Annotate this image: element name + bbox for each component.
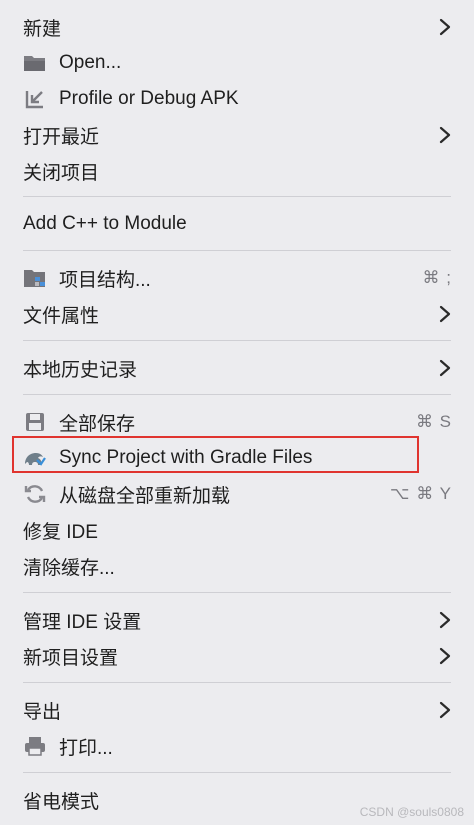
menu-item-label: 文件属性 xyxy=(23,305,100,327)
menu-item-label: 管理 IDE 设置 xyxy=(23,611,142,633)
chevron-right-icon xyxy=(439,305,451,323)
menu-item-close-project[interactable]: 关闭项目 xyxy=(0,154,474,188)
chevron-right-icon xyxy=(439,701,451,719)
menu-item-save-all[interactable]: 全部保存 ⌘ S xyxy=(0,405,474,439)
menu-item-label: 清除缓存... xyxy=(23,557,115,579)
menu-separator xyxy=(23,772,451,773)
shortcut-label: ⌘ S xyxy=(415,412,452,431)
menu-separator xyxy=(23,196,451,197)
menu-separator xyxy=(23,592,451,593)
file-menu: 新建 Open... Profile or Debug APK 打开最近 关闭项… xyxy=(0,0,474,825)
menu-item-manage-ide-settings[interactable]: 管理 IDE 设置 xyxy=(0,603,474,637)
shortcut-label: ⌘ ; xyxy=(422,268,452,287)
shortcut-label: ⌥ ⌘ Y xyxy=(389,484,452,503)
menu-item-label: 从磁盘全部重新加载 xyxy=(59,485,231,507)
save-icon xyxy=(22,409,48,435)
menu-item-new-project-settings[interactable]: 新项目设置 xyxy=(0,639,474,673)
menu-separator xyxy=(23,250,451,251)
menu-item-label: 打开最近 xyxy=(23,126,100,148)
menu-item-label: Profile or Debug APK xyxy=(59,88,239,109)
menu-item-label: 全部保存 xyxy=(59,413,136,435)
menu-separator xyxy=(23,394,451,395)
menu-item-label: Open... xyxy=(59,52,122,73)
menu-item-profile-apk[interactable]: Profile or Debug APK xyxy=(0,82,474,116)
menu-item-recent[interactable]: 打开最近 xyxy=(0,118,474,152)
watermark: CSDN @souls0808 xyxy=(359,805,464,819)
chevron-right-icon xyxy=(439,126,451,144)
chevron-right-icon xyxy=(439,18,451,36)
menu-item-file-properties[interactable]: 文件属性 xyxy=(0,297,474,331)
menu-item-label: 导出 xyxy=(23,701,62,723)
menu-separator xyxy=(23,682,451,683)
menu-item-repair-ide[interactable]: 修复 IDE xyxy=(0,513,474,547)
menu-item-label: 关闭项目 xyxy=(23,162,100,184)
menu-item-label: 打印... xyxy=(59,737,113,759)
menu-item-open[interactable]: Open... xyxy=(0,46,474,80)
highlight-box xyxy=(12,436,419,473)
chevron-right-icon xyxy=(439,611,451,629)
menu-item-label: 修复 IDE xyxy=(23,521,98,543)
menu-item-label: 项目结构... xyxy=(59,269,151,291)
menu-item-label: 新建 xyxy=(23,18,62,40)
menu-separator xyxy=(23,340,451,341)
import-arrow-icon xyxy=(22,86,48,112)
menu-item-export[interactable]: 导出 xyxy=(0,693,474,727)
menu-item-label: 省电模式 xyxy=(23,791,100,813)
menu-item-clear-cache[interactable]: 清除缓存... xyxy=(0,549,474,583)
menu-item-label: Add C++ to Module xyxy=(23,213,187,234)
refresh-icon xyxy=(22,481,48,507)
menu-item-label: 新项目设置 xyxy=(23,647,119,669)
menu-item-reload-from-disk[interactable]: 从磁盘全部重新加载 ⌥ ⌘ Y xyxy=(0,477,474,511)
menu-item-add-cpp[interactable]: Add C++ to Module xyxy=(0,207,474,241)
chevron-right-icon xyxy=(439,359,451,377)
chevron-right-icon xyxy=(439,647,451,665)
folder-icon xyxy=(22,50,48,76)
menu-item-local-history[interactable]: 本地历史记录 xyxy=(0,351,474,385)
printer-icon xyxy=(22,733,48,759)
menu-item-project-structure[interactable]: 项目结构... ⌘ ; xyxy=(0,261,474,295)
menu-item-new[interactable]: 新建 xyxy=(0,10,474,44)
project-structure-icon xyxy=(22,265,48,291)
menu-item-print[interactable]: 打印... xyxy=(0,729,474,763)
menu-item-label: 本地历史记录 xyxy=(23,359,138,381)
